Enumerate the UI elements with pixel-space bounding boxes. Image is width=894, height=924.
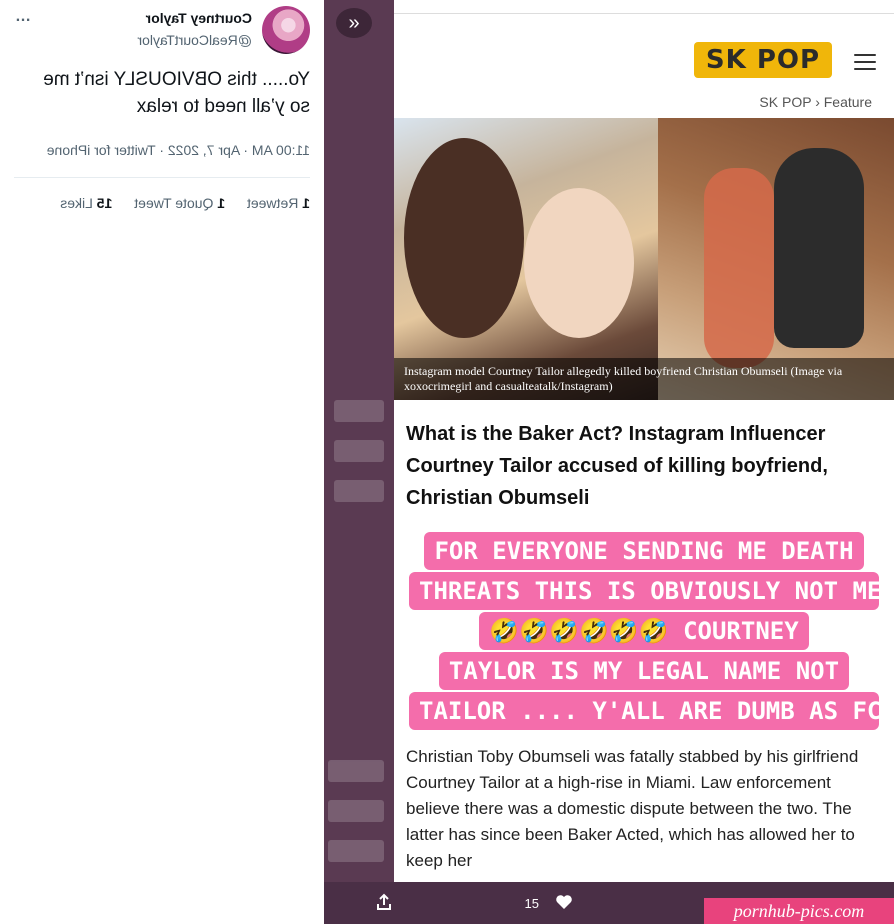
watermark: pornhub-pics.com (704, 898, 894, 924)
mirrored-screenshot: Courtney Taylor @RealCourtTaylor … Yo...… (0, 0, 894, 924)
article-image[interactable]: SK POP SK POP › Feature Instagram model … (394, 0, 894, 882)
story-line: 🤣🤣🤣🤣🤣🤣 COURTNEY (479, 612, 809, 650)
article-headline: What is the Baker Act? Instagram Influen… (406, 423, 828, 509)
user-handle[interactable]: @RealCourtTaylor (137, 32, 252, 48)
retweets-stat[interactable]: 1 Retweet (247, 195, 310, 211)
site-logo: SK POP (694, 42, 832, 78)
more-options-icon[interactable]: … (14, 8, 31, 26)
site-header: SK POP (394, 34, 894, 90)
story-line: TAILOR .... Y'ALL ARE DUMB AS FCK (409, 692, 894, 730)
collapse-icon[interactable]: « (336, 8, 372, 38)
story-line: FOR EVERYONE SENDING ME DEATH (424, 532, 864, 570)
tweet-meta[interactable]: 11:00 AM · Apr 7, 2022 · Twitter for iPh… (47, 142, 310, 158)
article-photo: Instagram model Courtney Tailor allegedl… (394, 118, 894, 400)
instagram-story-quote: FOR EVERYONE SENDING ME DEATH THREATS TH… (406, 532, 894, 732)
figure-woman (704, 168, 774, 368)
face-woman (524, 188, 634, 338)
heart-icon[interactable] (554, 892, 574, 917)
story-line: TAYLOR IS MY LEGAL NAME NOT (438, 652, 850, 690)
hamburger-menu-icon (854, 54, 876, 70)
quotes-stat[interactable]: 1 Quote Tweet (134, 195, 225, 211)
article-body: Christian Toby Obumseli was fatally stab… (406, 747, 859, 870)
breadcrumb: SK POP › Feature (759, 94, 872, 110)
tweet-text: Yo..... this OBVIOUSLY isn’t me so y’all… (43, 69, 310, 117)
story-line: THREATS THIS IS OBVIOUSLY NOT ME (409, 572, 881, 610)
tweet-stats: 1 Retweet 1 Quote Tweet 15 Likes (60, 195, 310, 211)
avatar[interactable] (262, 6, 310, 54)
likes-stat[interactable]: 15 Likes (60, 195, 112, 211)
photo-caption: Instagram model Courtney Tailor allegedl… (394, 358, 894, 400)
tweet-panel: Courtney Taylor @RealCourtTaylor … Yo...… (0, 0, 324, 924)
like-count: 15 (524, 896, 539, 911)
face-man (404, 138, 524, 338)
tweet-header: Courtney Taylor @RealCourtTaylor … (14, 6, 310, 56)
display-name[interactable]: Courtney Taylor (146, 10, 252, 26)
browser-top-bar (394, 0, 894, 14)
share-icon[interactable] (374, 892, 394, 917)
figure-man (774, 148, 864, 348)
divider (14, 177, 310, 178)
